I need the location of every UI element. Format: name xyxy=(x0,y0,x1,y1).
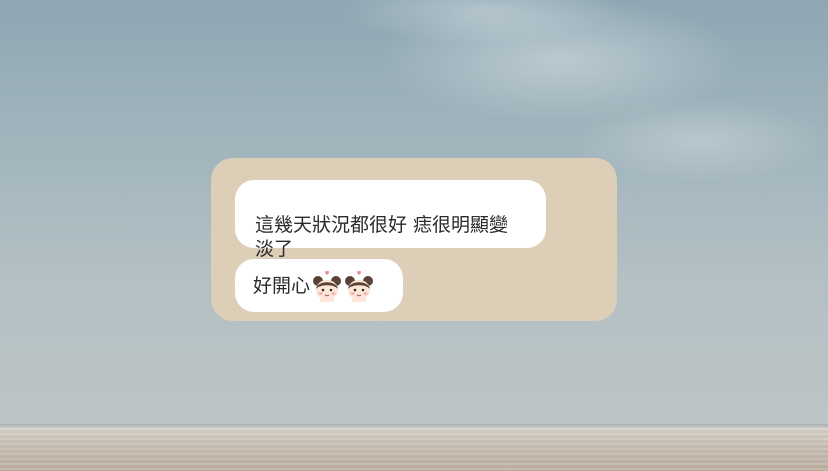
chat-screenshot-card: 這幾天狀況都很好 痣很明顯變 淡了 好開心 xyxy=(211,158,617,321)
message-bubble-1: 這幾天狀況都很好 痣很明顯變 淡了 xyxy=(235,180,546,260)
sand-background xyxy=(0,428,828,471)
message-bubble-2: 好開心 xyxy=(235,259,403,312)
girl-face-heart-icon xyxy=(345,270,374,302)
girl-face-heart-icon xyxy=(313,270,342,302)
message-text-1: 這幾天狀況都很好 痣很明顯變 淡了 xyxy=(255,214,509,260)
message-text-2: 好開心 xyxy=(253,274,311,297)
